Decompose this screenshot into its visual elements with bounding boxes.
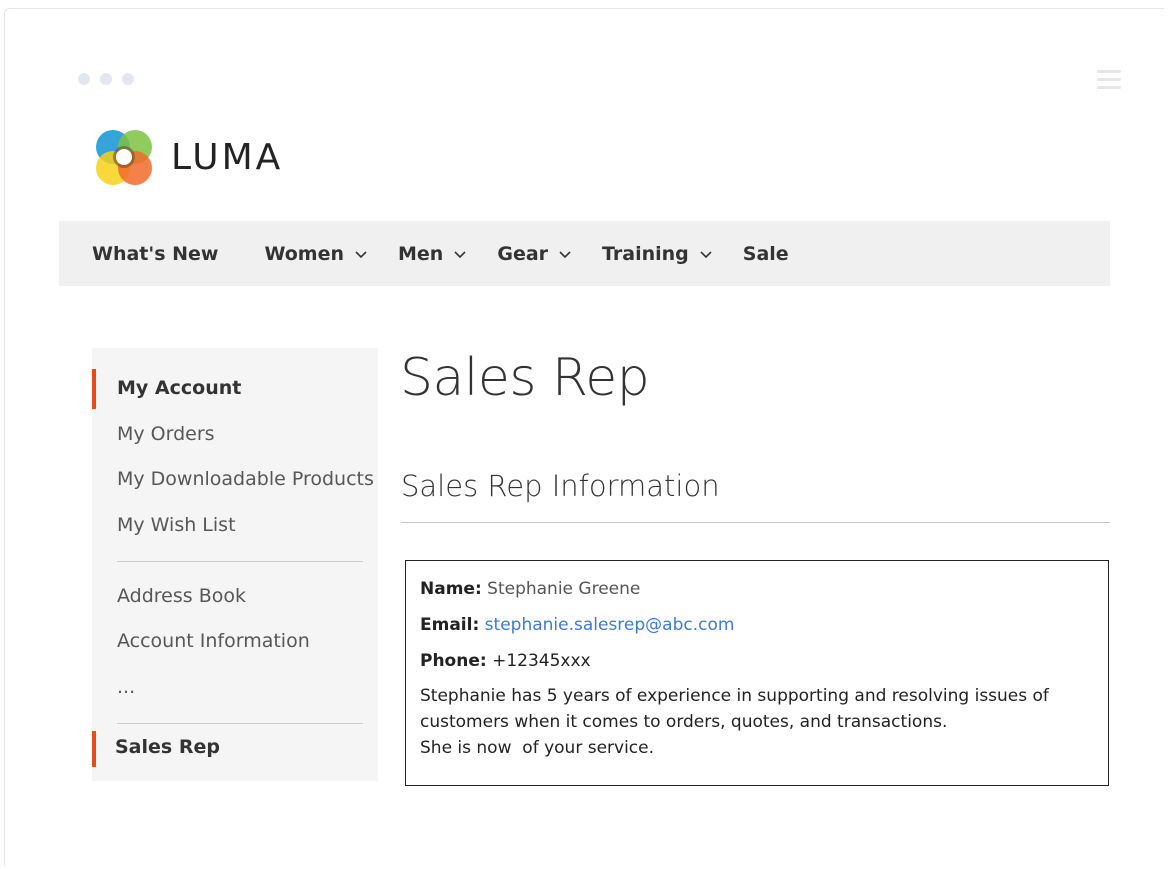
rep-phone: +12345xxx [492, 651, 591, 671]
logo-text: LUMA [171, 136, 284, 178]
nav-item-label: Men [398, 242, 444, 265]
sidebar-divider [117, 561, 363, 562]
chevron-down-icon [559, 250, 571, 258]
rep-bio-line: Stephanie has 5 years of experience in s… [420, 686, 1049, 706]
rep-bio-line: She is now of your service. [420, 738, 655, 758]
name-label: Name: [420, 579, 482, 599]
rep-email-row: Email: stephanie.salesrep@abc.com [420, 611, 1094, 647]
nav-item-label: Gear [497, 242, 549, 265]
menu-icon[interactable] [1097, 70, 1121, 94]
email-label: Email: [420, 615, 480, 635]
section-title: Sales Rep Information [401, 469, 720, 503]
nav-item-women[interactable]: Women [264, 243, 368, 265]
sidebar-item-my-downloadable-products[interactable]: My Downloadable Products [117, 468, 374, 490]
rep-phone-row: Phone: +12345xxx [420, 647, 1094, 683]
sales-rep-info-box: Name: Stephanie Greene Email: stephanie.… [405, 560, 1109, 786]
page-title: Sales Rep [400, 348, 650, 408]
luma-logo-icon [96, 130, 152, 185]
rep-bio: Stephanie has 5 years of experience in s… [420, 683, 1094, 761]
sidebar-item-my-wish-list[interactable]: My Wish List [117, 514, 236, 536]
nav-item-training[interactable]: Training [602, 243, 713, 265]
account-sidebar: My Account My Orders My Downloadable Pro… [92, 348, 378, 781]
phone-label: Phone: [420, 651, 487, 671]
chevron-down-icon [454, 250, 466, 258]
rep-bio-line: customers when it comes to orders, quote… [420, 712, 948, 732]
active-indicator [92, 731, 96, 767]
nav-item-label: Sale [742, 242, 789, 265]
window-dot-icon [78, 73, 90, 85]
rep-name-row: Name: Stephanie Greene [420, 575, 1094, 611]
sidebar-item-sales-rep[interactable]: Sales Rep [115, 736, 220, 758]
rep-email-link[interactable]: stephanie.salesrep@abc.com [485, 615, 735, 635]
window-dot-icon [100, 73, 112, 85]
nav-item-label: Training [602, 242, 689, 265]
sidebar-item-address-book[interactable]: Address Book [117, 585, 246, 607]
chevron-down-icon [355, 250, 367, 258]
nav-item-label: What's New [92, 242, 219, 265]
section-divider [401, 522, 1110, 523]
window-controls [78, 73, 134, 85]
nav-item-men[interactable]: Men [398, 243, 467, 265]
nav-item-sale[interactable]: Sale [743, 243, 789, 265]
rep-name: Stephanie Greene [487, 579, 641, 599]
active-indicator [92, 369, 96, 409]
sidebar-item-my-account[interactable]: My Account [117, 377, 241, 399]
window-dot-icon [122, 73, 134, 85]
sidebar-divider [117, 723, 363, 724]
nav-item-gear[interactable]: Gear [497, 243, 572, 265]
store-logo[interactable]: LUMA [93, 126, 283, 188]
nav-item-label: Women [264, 242, 345, 265]
chevron-down-icon [700, 250, 712, 258]
sidebar-item-my-orders[interactable]: My Orders [117, 423, 215, 445]
nav-item-whats-new[interactable]: What's New [92, 243, 218, 265]
sidebar-item-more[interactable]: ... [117, 676, 135, 698]
sidebar-item-account-information[interactable]: Account Information [117, 630, 310, 652]
main-navigation: What's New Women Men Gear Training Sale [59, 221, 1110, 286]
